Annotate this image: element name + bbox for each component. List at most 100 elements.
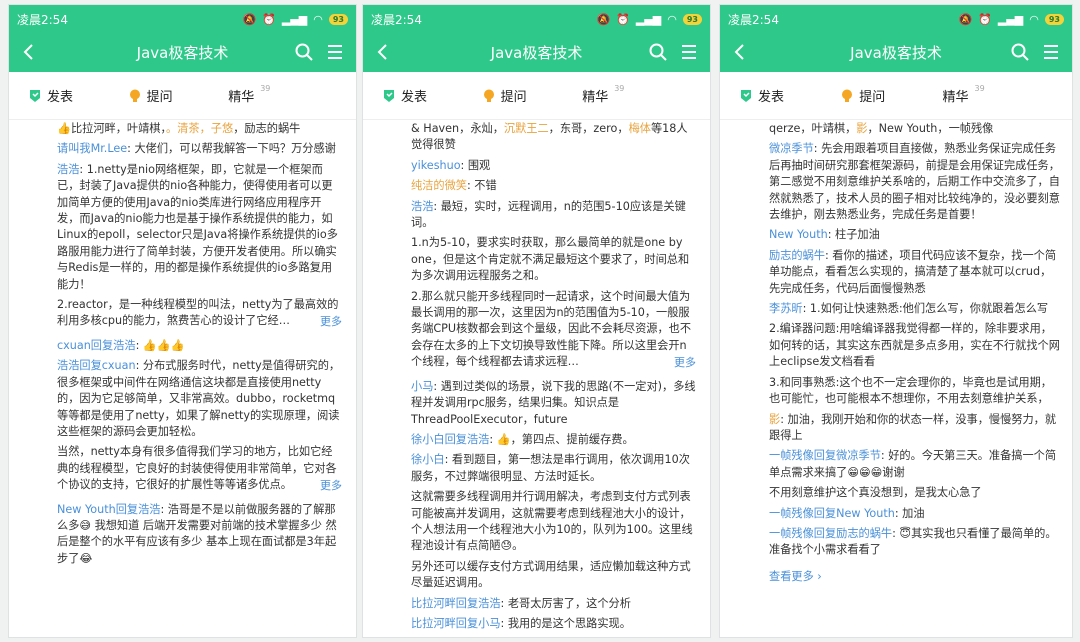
commenter-name[interactable]: cxuan回复浩浩 (57, 339, 136, 352)
tab-post[interactable]: 发表 (29, 86, 73, 105)
commenter-name[interactable]: 梅体 (629, 122, 651, 135)
commenter-name[interactable]: 徐小白 (411, 453, 445, 466)
comment-line: New Youth回复浩浩: 浩哥是不是以前做服务器的了解那么多😅 我想知道 后… (57, 502, 342, 568)
comment-text: : 老哥太厉害了，这个分析 (500, 596, 631, 610)
commenter-name[interactable]: 励志的蜗牛 (769, 249, 825, 262)
commenter-name[interactable]: 请叫我Mr.Lee (57, 142, 127, 155)
comment-line: 另外还可以缓存支付方式调用结果，适应懒加载这种方式尽量延迟调用。 (411, 559, 696, 592)
tab-featured[interactable]: 精华 39 (942, 84, 985, 105)
commenter-name[interactable]: 一帧残像回复New Youth (769, 507, 895, 520)
comment-text: 当然，netty本身有很多值得我们学习的地方，比如它经典的线程模型，它良好的封装… (57, 445, 337, 492)
comment-line: 当然，netty本身有很多值得我们学习的地方，比如它经典的线程模型，它良好的封装… (57, 444, 342, 493)
tab-post[interactable]: 发表 (740, 86, 784, 105)
status-bar: 凌晨2:54 🔕 ⏰ ▂▄▆ ◠ 93 (720, 5, 1072, 33)
comment-feed: & Haven，永灿，沉默王二，东哥，zero，梅体等18人觉得很赞 yikesh… (363, 121, 710, 637)
commenter-name[interactable]: 影 (769, 413, 780, 426)
mute-icon: 🔕 (242, 12, 257, 26)
commenter-name[interactable]: New Youth (769, 228, 828, 241)
comment-line: 徐小白: 看到题目，第一想法是串行调用，依次调用10次服务，不过弊端很明显、方法… (411, 452, 696, 485)
search-icon[interactable] (1010, 42, 1030, 62)
commenter-name[interactable]: 影 (856, 122, 867, 135)
navbar: Java极客技术 (363, 33, 710, 72)
menu-icon[interactable] (1042, 42, 1060, 62)
back-icon[interactable] (373, 42, 393, 62)
comment-line: 不用刻意维护这个真没想到，是我太心急了 (769, 485, 1062, 501)
like-icon: 👍 (57, 122, 71, 135)
commenter-name[interactable]: 一帧残像回复微凉季节 (769, 449, 881, 462)
status-icons: 🔕 ⏰ ▂▄▆ ◠ 93 (958, 13, 1064, 26)
comment-text: 3.和同事熟悉:这个也不一定会理你的，毕竟也是试用期，也可能忙，也可能根本不想理… (769, 375, 1052, 406)
commenter-name[interactable]: 浩浩回复cxuan (57, 359, 136, 372)
commenter-name[interactable]: 。清茶， (166, 122, 211, 135)
commenter-name[interactable]: 徐小白回复浩浩 (411, 433, 489, 446)
comment-text: : 最短，实时，远程调用，n的范围5-10应该是关键词。 (411, 199, 686, 230)
tab-bar: 发表 提问 精华 39 (720, 72, 1072, 120)
commenter-name[interactable]: 李苏昕 (769, 302, 803, 315)
comment-text: 2.编译器问题:用啥编译器我觉得都一样的，除非要求用，如何转的话，其实这东西就是… (769, 322, 1060, 369)
tab-featured-label: 精华 (228, 90, 255, 105)
comment-text: ，励志的蜗牛 (233, 122, 301, 135)
see-more-link[interactable]: 查看更多 › (769, 569, 1062, 585)
tab-featured[interactable]: 精华 39 (582, 84, 625, 105)
comment-text: : 1.如何让快速熟悉:他们怎么写，你就跟着怎么写 (802, 302, 1049, 316)
commenter-name[interactable]: New Youth回复浩浩 (57, 503, 160, 516)
expand-more-link[interactable]: 更多 (318, 313, 342, 331)
comment-line: cxuan回复浩浩: 👍👍👍 (57, 338, 342, 354)
tab-post[interactable]: 发表 (383, 86, 427, 105)
tab-post-label: 发表 (758, 90, 785, 105)
featured-count-badge: 39 (614, 84, 625, 93)
comment-text: : 看到题目，第一想法是串行调用，依次调用10次服务，不过弊端很明显、方法时延长… (411, 453, 690, 483)
tab-question[interactable]: 提问 (841, 86, 885, 105)
comment-line: 一帧残像回复励志的蜗牛: 😇其实我也只看懂了最简单的。准备找个小需求看看了 (769, 526, 1062, 559)
commenter-name[interactable]: 浩浩 (57, 163, 79, 176)
phone-screen-2: 凌晨2:54 🔕 ⏰ ▂▄▆ ◠ 93 Java极客技术 发表 提问 精华 39 (362, 4, 711, 638)
status-icons: 🔕 ⏰ ▂▄▆ ◠ 93 (596, 13, 702, 26)
tab-question-label: 提问 (146, 90, 173, 105)
expand-more-link[interactable]: 更多 (672, 354, 696, 372)
commenter-name[interactable]: 沉默王二 (504, 122, 549, 135)
menu-icon[interactable] (326, 42, 344, 62)
menu-icon[interactable] (680, 42, 698, 62)
comment-line: 励志的蜗牛: 看你的描述，项目代码应该不复杂，找一个简单功能点，看看怎么实现的，… (769, 248, 1062, 297)
back-icon[interactable] (730, 42, 750, 62)
commenter-name[interactable]: 浩浩 (411, 200, 433, 213)
signal-icon: ▂▄▆ (281, 12, 308, 26)
comment-text: : 👍，第四点、提前缓存费。 (489, 432, 634, 446)
comment-line: 李苏昕: 1.如何让快速熟悉:他们怎么写，你就跟着怎么写 (769, 301, 1062, 317)
alarm-icon: ⏰ (262, 12, 276, 26)
back-icon[interactable] (19, 42, 39, 62)
comment-text: : 遇到过类似的场景，说下我的思路(不一定对)，多线程并发调用rpc服务，结果归… (411, 379, 696, 426)
comment-line: 浩浩回复cxuan: 分布式服务时代，netty是值得研究的，很多框架或中间件在… (57, 358, 342, 440)
commenter-name[interactable]: 小马 (411, 380, 433, 393)
tab-featured[interactable]: 精华 39 (228, 84, 270, 105)
navbar: Java极客技术 (720, 33, 1072, 72)
phone-screen-3: 凌晨2:54 🔕 ⏰ ▂▄▆ ◠ 93 Java极客技术 发表 提问 精华 39 (719, 4, 1073, 638)
signal-icon: ▂▄▆ (997, 12, 1024, 26)
battery-icon: 93 (682, 13, 702, 25)
comment-line: qerze，叶靖棋，影，New Youth，一帧残像 (769, 121, 1062, 137)
tab-question[interactable]: 提问 (483, 86, 527, 105)
search-icon[interactable] (648, 42, 668, 62)
status-time: 凌晨2:54 (371, 12, 422, 27)
commenter-name[interactable]: 一帧残像回复励志的蜗牛 (769, 527, 892, 540)
search-icon[interactable] (294, 42, 314, 62)
app-header: 凌晨2:54 🔕 ⏰ ▂▄▆ ◠ 93 Java极客技术 (9, 5, 356, 72)
tab-question[interactable]: 提问 (129, 86, 173, 105)
comment-line: 一帧残像回复微凉季节: 好的。今天第三天。准备搞一个简单点需求来搞了😁😁😁谢谢 (769, 448, 1062, 481)
comment-line: 徐小白回复浩浩: 👍，第四点、提前缓存费。 (411, 432, 696, 448)
commenter-name[interactable]: 子悠 (211, 122, 233, 135)
tab-featured-label: 精华 (942, 90, 969, 105)
tab-question-label: 提问 (859, 90, 886, 105)
comment-line: 比拉河畔回复浩浩: 老哥太厉害了，这个分析 (411, 596, 696, 612)
comment-text: ，New Youth，一帧残像 (867, 122, 994, 135)
tab-question-label: 提问 (500, 90, 527, 105)
commenter-name[interactable]: 微凉季节 (769, 142, 814, 155)
commenter-name[interactable]: 比拉河畔回复浩浩 (411, 597, 501, 610)
expand-more-link[interactable]: 更多 (318, 477, 342, 494)
commenter-name[interactable]: 比拉河畔回复小马 (411, 617, 501, 630)
tab-bar: 发表 提问 精华 39 (9, 72, 356, 120)
comment-line: 2.reactor，是一种线程模型的叫法，netty为了最高效的利用多核cpu的… (57, 297, 342, 330)
comment-text: : 围观 (460, 158, 491, 172)
commenter-name[interactable]: 纯洁的微笑 (411, 179, 467, 192)
commenter-name[interactable]: yikeshuo (411, 159, 461, 172)
